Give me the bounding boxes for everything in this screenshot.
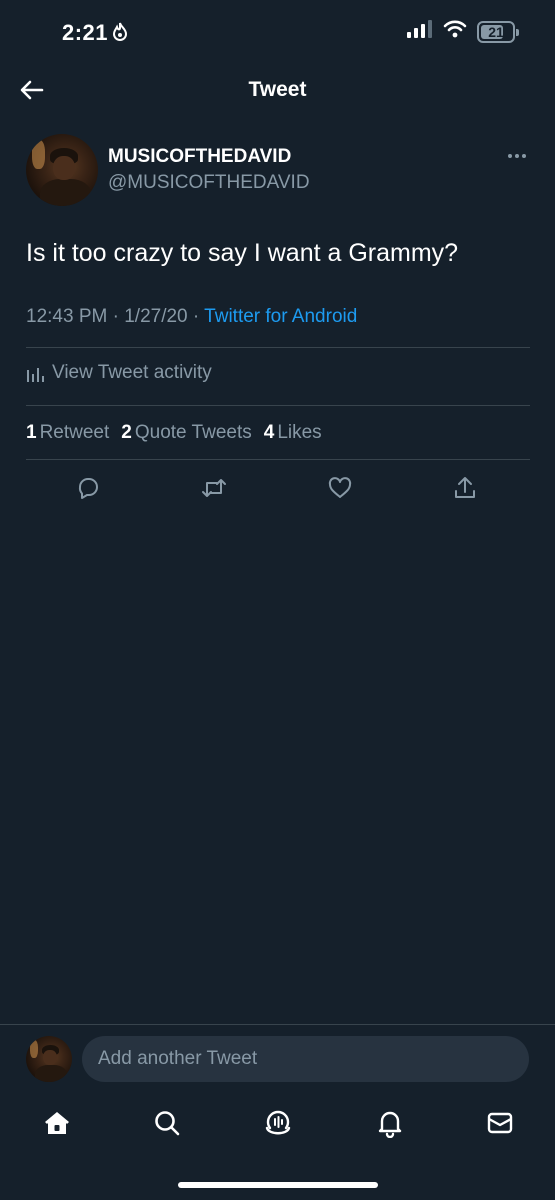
bottom-tab-bar — [0, 1104, 555, 1144]
author-display-name[interactable]: MUSICOFTHEDAVID — [108, 146, 291, 168]
tweet-date: 1/27/20 — [124, 306, 188, 327]
mail-icon — [487, 1112, 513, 1134]
view-tweet-activity-button[interactable]: View Tweet activity — [26, 362, 212, 384]
meta-separator: · — [112, 306, 119, 327]
avatar-face — [43, 1049, 58, 1066]
retweets-count: 1 — [26, 422, 37, 443]
tab-search[interactable] — [152, 1108, 182, 1138]
battery-cap — [516, 28, 519, 36]
more-options-button[interactable] — [506, 148, 528, 164]
wifi-icon — [443, 20, 467, 43]
retweet-button[interactable] — [200, 474, 228, 502]
spaces-icon — [265, 1110, 291, 1135]
avatar-face — [53, 155, 75, 181]
retweets-stat[interactable]: 1 Retweet — [26, 422, 109, 444]
search-icon — [155, 1111, 180, 1136]
quotes-label: Quote Tweets — [134, 422, 252, 443]
bar-chart-icon — [27, 368, 44, 382]
meta-separator: · — [192, 306, 200, 327]
quote-tweets-stat[interactable]: 2 Quote Tweets — [121, 422, 251, 444]
battery-level: 21 — [488, 23, 504, 40]
comment-icon — [78, 478, 98, 499]
divider — [0, 1024, 555, 1025]
likes-label: Likes — [277, 422, 322, 443]
tweet-text: Is it too crazy to say I want a Grammy? — [26, 239, 459, 267]
status-time: 2:21 — [62, 20, 109, 45]
avatar-light — [31, 139, 45, 169]
tweet-stats: 1 Retweet 2 Quote Tweets 4 Likes — [26, 422, 322, 444]
share-icon — [455, 477, 475, 498]
author-handle[interactable]: @MUSICOFTHEDAVID — [108, 172, 310, 194]
divider — [26, 347, 530, 348]
like-button[interactable] — [326, 474, 354, 502]
home-indicator — [178, 1182, 378, 1188]
bell-icon — [378, 1111, 402, 1139]
tweet-meta: 12:43 PM · 1/27/20 · Twitter for Android — [26, 306, 357, 328]
tab-notifications[interactable] — [375, 1108, 405, 1139]
avatar-body — [35, 1064, 68, 1082]
tweet-time: 12:43 PM — [26, 306, 108, 327]
battery-indicator: 21 — [477, 20, 519, 43]
reply-button[interactable] — [74, 474, 102, 502]
add-another-tweet-input[interactable] — [82, 1036, 529, 1082]
author-avatar[interactable] — [26, 134, 98, 206]
home-icon — [45, 1112, 69, 1134]
share-button[interactable] — [451, 474, 479, 502]
divider — [26, 405, 530, 406]
more-horizontal-icon — [508, 154, 526, 158]
likes-stat[interactable]: 4 Likes — [264, 422, 322, 444]
cellular-signal-icon — [407, 20, 433, 43]
tab-spaces[interactable] — [263, 1108, 293, 1138]
retweet-icon — [202, 479, 226, 497]
avatar-light — [29, 1039, 38, 1059]
tab-messages[interactable] — [485, 1108, 515, 1138]
quotes-count: 2 — [121, 422, 132, 443]
hotspot-icon — [112, 22, 128, 47]
top-header: Tweet — [0, 66, 555, 114]
likes-count: 4 — [263, 422, 275, 443]
tweet-actions — [26, 472, 530, 508]
activity-label: View Tweet activity — [52, 362, 212, 383]
avatar-body — [40, 178, 91, 206]
user-avatar[interactable] — [26, 1036, 72, 1082]
page-title: Tweet — [248, 78, 307, 101]
retweets-label: Retweet — [39, 422, 110, 443]
divider — [26, 459, 530, 460]
tab-home[interactable] — [42, 1108, 72, 1138]
status-indicators: 21 — [407, 20, 519, 43]
status-bar: 2:21 21 — [0, 0, 555, 66]
tweet-source-link[interactable]: Twitter for Android — [204, 306, 357, 327]
heart-icon — [328, 477, 352, 498]
